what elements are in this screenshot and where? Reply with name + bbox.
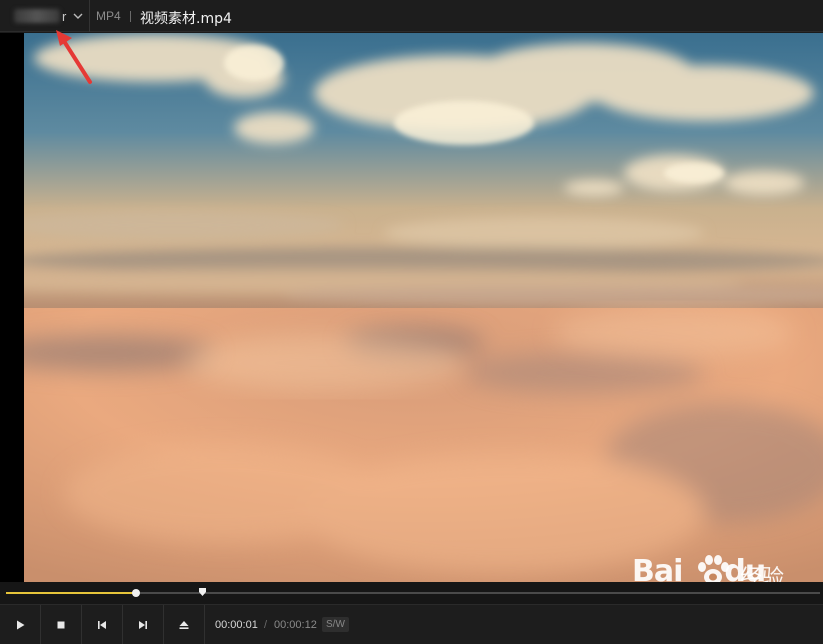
marker-icon[interactable] (199, 588, 206, 596)
video-area[interactable] (0, 33, 823, 582)
blurred-app-name (14, 9, 60, 23)
format-label: MP4 (96, 9, 121, 23)
seek-handle[interactable] (132, 589, 140, 597)
title-divider (130, 11, 131, 22)
time-separator: / (264, 619, 268, 631)
app-menu-button[interactable]: r (0, 0, 90, 32)
current-time: 00:00:01 (215, 619, 258, 631)
eject-icon (179, 621, 189, 629)
file-title: 视频素材.mp4 (140, 11, 232, 27)
next-icon (139, 621, 147, 629)
seek-progress (6, 592, 136, 594)
chevron-down-icon (73, 13, 83, 19)
total-time: 00:00:12 (274, 619, 317, 631)
play-icon (17, 620, 25, 630)
seek-bar[interactable] (0, 582, 823, 604)
stop-icon (57, 621, 65, 629)
previous-button[interactable] (82, 605, 123, 644)
previous-icon (98, 621, 106, 629)
video-image (24, 33, 823, 582)
app-name-label: r (62, 8, 67, 24)
video-frame[interactable] (24, 33, 823, 582)
stop-button[interactable] (41, 605, 82, 644)
eject-button[interactable] (164, 605, 205, 644)
title-bar: r MP4 视频素材.mp4 (0, 0, 823, 32)
next-button[interactable] (123, 605, 164, 644)
control-bar: 00:00:01 / 00:00:12 S/W (0, 604, 823, 644)
sw-mode-badge[interactable]: S/W (322, 617, 349, 632)
play-button[interactable] (0, 605, 41, 644)
